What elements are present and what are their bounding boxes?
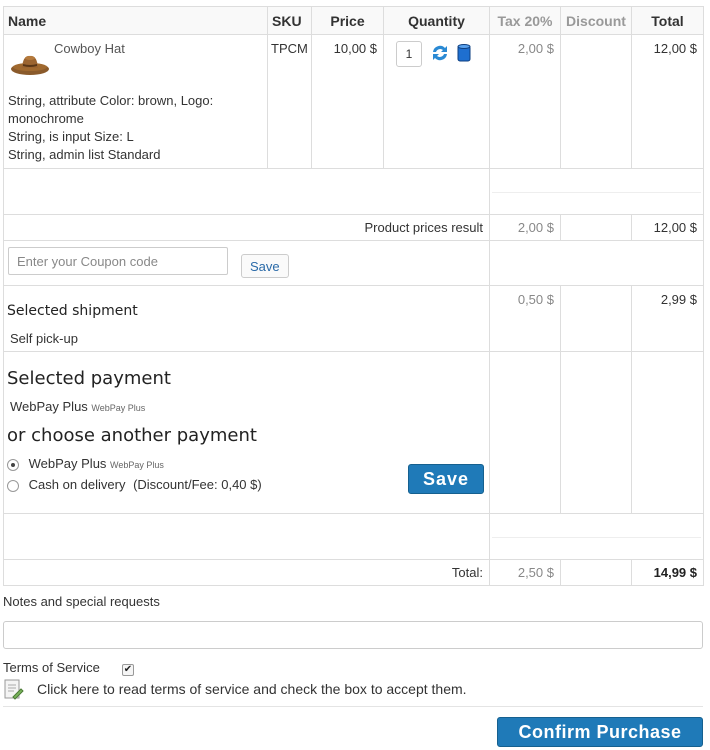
product-prices-result-label: Product prices result [3,214,490,241]
cart-table: Name SKU Price Quantity Tax 20% Discount… [3,6,704,586]
payment-radio-cod[interactable] [7,479,19,492]
grand-total-value: 14,99 $ [631,559,704,586]
quantity-cell: 1 [383,34,490,169]
payment-selected-name: WebPay Plus [10,399,88,414]
product-attr-line: String, admin list Standard [8,147,161,162]
col-header-tax: Tax 20% [489,6,561,35]
shipment-discount [560,285,632,352]
product-discount [560,34,632,169]
coupon-row: Save [3,240,704,286]
product-prices-result-total: 12,00 $ [631,214,704,241]
terms-description-link[interactable]: Click here to read terms of service and … [37,681,467,697]
col-header-total: Total [631,6,704,35]
delete-icon[interactable] [457,43,471,63]
shipment-method: Self pick-up [10,331,78,346]
notes-textarea[interactable] [3,621,703,649]
payment-tax [489,351,561,514]
shipment-row: Selected shipment Self pick-up 0,50 $ 2,… [3,285,704,352]
terms-label: Terms of Service [3,660,100,675]
choose-payment-heading: or choose another payment [7,425,257,446]
product-sku: TPCM [267,34,312,169]
payment-cell: Selected payment WebPay Plus WebPay Plus… [3,351,490,514]
payment-option-desc: WebPay Plus [110,460,164,470]
payment-option-desc: (Discount/Fee: 0,40 $) [133,477,262,492]
spacer-cell [489,513,704,560]
payment-option-name: WebPay Plus [28,456,107,471]
spacer-cell [3,168,490,215]
grand-total-discount [560,559,632,586]
coupon-input[interactable] [8,247,228,275]
grand-total-row: Total: 2,50 $ 14,99 $ [3,559,704,586]
confirm-purchase-button[interactable]: Confirm Purchase [497,717,703,747]
product-total: 12,00 $ [631,34,704,169]
col-header-discount: Discount [560,6,632,35]
quantity-input[interactable]: 1 [396,41,422,67]
payment-option-name: Cash on delivery [28,477,126,492]
spacer-cell [3,513,490,560]
refresh-icon[interactable] [430,43,450,63]
coupon-cell: Save [3,240,490,286]
product-attr-line: String, is input Size: L [8,129,134,144]
product-tax: 2,00 $ [489,34,561,169]
shipment-tax: 0,50 $ [489,285,561,352]
divider [3,706,703,707]
col-header-sku: SKU [267,6,312,35]
payment-heading: Selected payment [7,368,171,389]
payment-selected-desc: WebPay Plus [91,403,146,413]
grand-total-label: Total: [3,559,490,586]
shipment-heading: Selected shipment [7,303,138,319]
product-row: Cowboy Hat String, attribute Color: brow… [3,34,704,169]
payment-radio-webpay[interactable] [7,458,19,471]
payment-save-button[interactable]: Save [408,464,484,494]
spacer-row [3,168,704,215]
cowboy-hat-icon [11,55,49,75]
shipment-cell: Selected shipment Self pick-up [3,285,490,352]
coupon-empty-cell [489,240,704,286]
spacer-cell [489,168,704,215]
product-attr-line: String, attribute Color: brown, Logo: mo… [8,93,214,126]
grand-total-tax: 2,50 $ [489,559,561,586]
payment-discount [560,351,632,514]
table-header-row: Name SKU Price Quantity Tax 20% Discount… [3,6,704,35]
payment-selected: WebPay Plus WebPay Plus [7,399,489,414]
product-name-cell: Cowboy Hat String, attribute Color: brow… [3,34,268,169]
payment-total [631,351,704,514]
product-name-link[interactable]: Cowboy Hat [54,41,263,56]
col-header-quantity: Quantity [383,6,490,35]
notes-label: Notes and special requests [3,594,160,609]
spacer-row [3,513,704,560]
product-price: 10,00 $ [311,34,384,169]
product-prices-result-discount [560,214,632,241]
product-attributes: String, attribute Color: brown, Logo: mo… [8,92,263,164]
col-header-price: Price [311,6,384,35]
terms-checkbox[interactable]: ✔ [122,664,134,676]
product-prices-result-tax: 2,00 $ [489,214,561,241]
document-edit-icon [4,679,24,700]
product-prices-result-row: Product prices result 2,00 $ 12,00 $ [3,214,704,241]
shipment-total: 2,99 $ [631,285,704,352]
coupon-save-button[interactable]: Save [241,254,289,278]
payment-row: Selected payment WebPay Plus WebPay Plus… [3,351,704,514]
col-header-name: Name [3,6,268,35]
